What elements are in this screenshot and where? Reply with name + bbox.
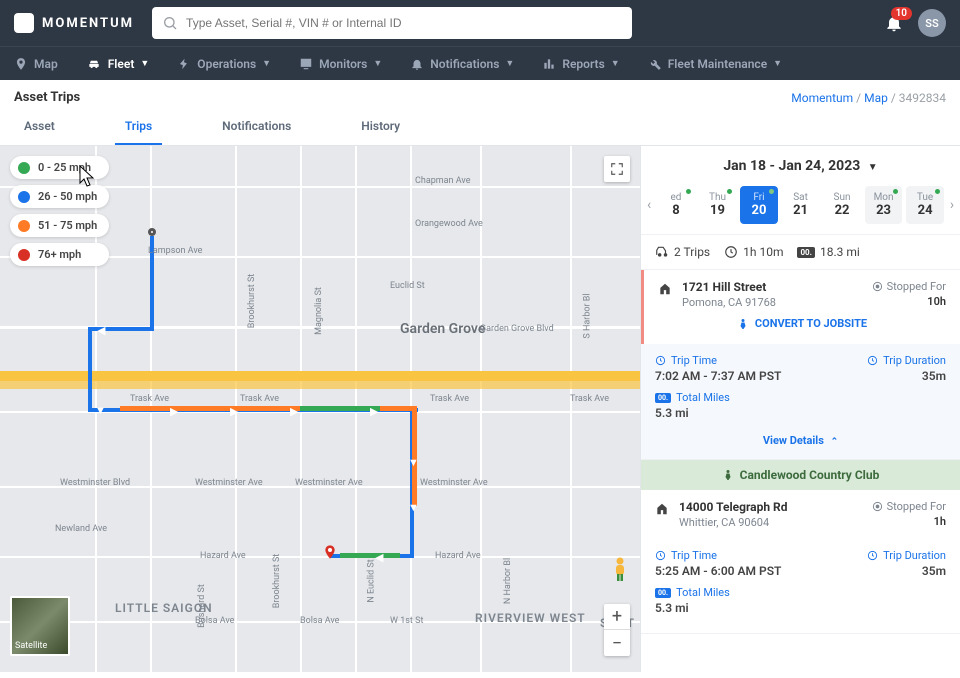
logo[interactable]: MOMENTUM [14,13,134,33]
nav-operations[interactable]: Operations ▼ [177,57,271,71]
topbar: MOMENTUM 10 SS [0,0,960,46]
location-city: Pomona, CA 91768 [682,296,862,309]
tab-trips[interactable]: Trips [115,111,162,145]
topbar-right: 10 SS [884,9,946,37]
jobsite-banner: Candlewood Country Club [641,460,960,490]
trip-miles: 5.3 mi [655,406,946,420]
chevron-down-icon: ▼ [868,162,878,173]
legend-51-75[interactable]: 51 - 75 mph [10,214,109,237]
trip-card: 1721 Hill Street Pomona, CA 91768 Stoppe… [641,270,960,460]
trip-card: 14000 Telegraph Rd Whittier, CA 90604 St… [641,490,960,634]
tab-history[interactable]: History [351,111,410,145]
nav-fleet[interactable]: Fleet ▼ [86,57,150,71]
logo-mark-icon [14,13,34,33]
chevron-down-icon: ▼ [140,58,149,69]
nav-maintenance[interactable]: Fleet Maintenance ▼ [648,57,782,71]
day-summary: 2 Trips 1h 10m 00.18.3 mi [641,234,960,270]
route-end-marker [322,541,338,563]
date-strip: ‹ ed8 Thu19 Fri20 Sat21 Sun22 Mon23 Tue2… [641,186,960,234]
zoom-out-button[interactable]: − [604,630,630,656]
trip-time: 5:25 AM - 6:00 AM PST [655,564,836,578]
chevron-down-icon: ▼ [373,58,382,69]
trip-duration: 35m [836,564,946,578]
nav-map[interactable]: Map [14,57,58,71]
zoom-control: + − [604,604,630,656]
zoom-in-button[interactable]: + [604,604,630,630]
chevron-down-icon: ▼ [773,58,782,69]
trip-duration: 35m [836,369,946,383]
trip-miles: 5.3 mi [655,601,946,615]
satellite-toggle[interactable]: Satellite [10,596,70,656]
breadcrumb-id: 3492834 [899,91,946,105]
stopped-value: 10h [872,295,946,308]
pegman-icon[interactable] [610,556,630,582]
date-pill[interactable]: Mon23 [865,186,903,224]
date-next[interactable]: › [948,197,956,213]
chevron-down-icon: ▼ [611,58,620,69]
fullscreen-button[interactable] [604,156,630,182]
date-pill[interactable]: ed8 [657,186,695,224]
convert-to-jobsite[interactable]: CONVERT TO JOBSITE [658,309,946,334]
date-pill-selected[interactable]: Fri20 [740,186,778,224]
trip-details: Trip Time 5:25 AM - 6:00 AM PST Trip Dur… [641,539,960,633]
cursor-icon [78,164,98,188]
date-pill[interactable]: Sun22 [823,186,861,224]
date-pill[interactable]: Thu19 [699,186,737,224]
main: ◀ ▼ ▶ ▶ ▶ ▶ ▼ ▼ ◀ Garden Grove Garden Gr… [0,146,960,672]
location-address: 14000 Telegraph Rd [679,500,862,514]
tab-asset[interactable]: Asset [14,111,65,145]
notifications-bell[interactable]: 10 [884,13,904,33]
avatar[interactable]: SS [918,9,946,37]
trip-details: Trip Time 7:02 AM - 7:37 AM PST Trip Dur… [641,344,960,459]
chevron-up-icon: ⌃ [831,437,839,447]
map-label: Garden Grove [400,321,485,337]
location-city: Whittier, CA 90604 [679,516,862,529]
trip-time: 7:02 AM - 7:37 AM PST [655,369,836,383]
tabs: Asset Trips Notifications History [0,111,960,146]
tab-notifications[interactable]: Notifications [212,111,301,145]
trips-panel: Jan 18 - Jan 24, 2023 ▼ ‹ ed8 Thu19 Fri2… [640,146,960,672]
stopped-value: 1h [872,515,946,528]
nav-notifications[interactable]: Notifications ▼ [410,57,514,71]
breadcrumb-root[interactable]: Momentum [791,91,853,105]
location-block[interactable]: 1721 Hill Street Pomona, CA 91768 Stoppe… [641,270,960,344]
date-range[interactable]: Jan 18 - Jan 24, 2023 ▼ [641,146,960,186]
date-prev[interactable]: ‹ [645,197,653,213]
summary-duration: 1h 10m [743,245,783,259]
breadcrumb: Momentum / Map / 3492834 [791,91,946,105]
location-block[interactable]: 14000 Telegraph Rd Whittier, CA 90604 St… [641,490,960,539]
breadcrumb-section[interactable]: Map [864,91,888,105]
chevron-down-icon: ▼ [262,58,271,69]
breadcrumb-row: Asset Trips Momentum / Map / 3492834 [0,80,960,111]
navbar: Map Fleet ▼ Operations ▼ Monitors ▼ Noti… [0,46,960,80]
chevron-down-icon: ▼ [505,58,514,69]
route-start-marker [148,228,156,236]
legend-26-50[interactable]: 26 - 50 mph [10,185,109,208]
summary-trips: 2 Trips [674,245,710,259]
search-input[interactable] [152,7,632,39]
legend-76plus[interactable]: 76+ mph [10,243,109,266]
search-wrap [152,7,632,39]
view-details[interactable]: View Details ⌃ [655,428,946,449]
summary-miles: 18.3 mi [820,245,860,259]
nav-reports[interactable]: Reports ▼ [542,57,619,71]
date-pill[interactable]: Tue24 [906,186,944,224]
map-pane[interactable]: ◀ ▼ ▶ ▶ ▶ ▶ ▼ ▼ ◀ Garden Grove Garden Gr… [0,146,640,672]
location-address: 1721 Hill Street [682,280,862,294]
nav-monitors[interactable]: Monitors ▼ [299,57,382,71]
notification-badge: 10 [891,7,912,20]
search-icon [162,15,178,31]
page-title: Asset Trips [14,90,80,105]
date-pill[interactable]: Sat21 [782,186,820,224]
brand-text: MOMENTUM [42,16,134,31]
